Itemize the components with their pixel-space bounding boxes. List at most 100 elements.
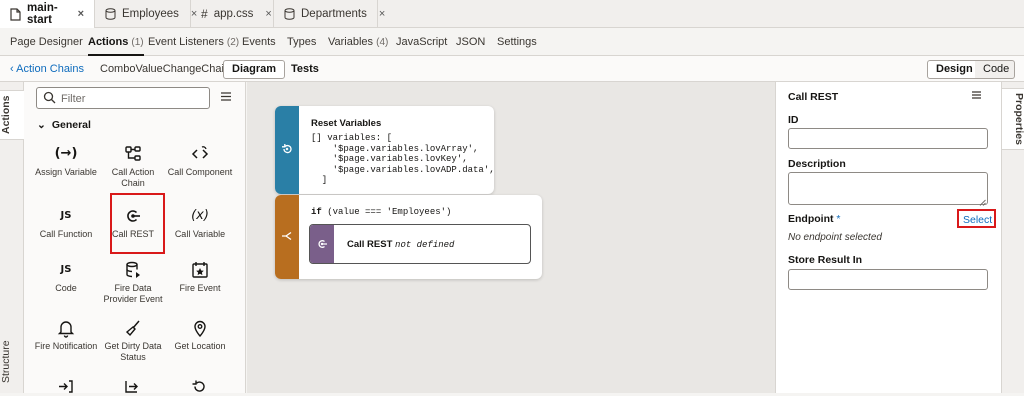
- id-label: ID: [788, 114, 799, 126]
- tab-variables[interactable]: Variables (4): [328, 28, 388, 56]
- sign-in-icon[interactable]: [58, 380, 74, 396]
- call-function-icon: JS: [60, 210, 72, 221]
- palette-item-call-action-chain[interactable]: Call Action Chain: [100, 144, 166, 189]
- tab-event-listeners[interactable]: Event Listeners (2): [148, 28, 239, 56]
- chain-toolbar: ‹ Action Chains ComboValueChangeChain Di…: [0, 56, 1024, 82]
- call-action-chain-icon: [100, 144, 166, 164]
- file-tab-bar: main-start × Employees × # app.css × Dep…: [0, 0, 1024, 28]
- hamburger-menu-icon[interactable]: [220, 91, 232, 105]
- reset-icon: [281, 143, 293, 158]
- call-variable-icon: (x): [191, 208, 209, 223]
- tab-json[interactable]: JSON: [456, 28, 485, 56]
- file-tab-label: app.css: [213, 8, 254, 20]
- file-tab-employees[interactable]: Employees ×: [95, 0, 197, 28]
- palette-item-call-function[interactable]: JS Call Function: [33, 206, 99, 240]
- store-result-label: Store Result In: [788, 254, 863, 266]
- palette-item-fire-data-provider-event[interactable]: Fire Data Provider Event: [100, 260, 166, 305]
- description-textarea[interactable]: [788, 172, 988, 205]
- endpoint-label: Endpoint *: [788, 213, 841, 225]
- call-rest-stripe: [310, 225, 334, 263]
- reset-variables-stripe: [275, 106, 299, 194]
- code-view-button[interactable]: Code: [975, 60, 1015, 79]
- hamburger-menu-icon[interactable]: [971, 90, 982, 103]
- fire-event-icon: [167, 260, 233, 280]
- close-icon[interactable]: ×: [379, 8, 385, 20]
- chain-name: ComboValueChangeChain: [100, 63, 231, 75]
- database-icon: [105, 8, 116, 20]
- side-tab-actions[interactable]: Actions: [0, 90, 24, 140]
- close-icon[interactable]: ×: [265, 8, 271, 20]
- back-to-action-chains-link[interactable]: ‹ Action Chains: [10, 56, 84, 82]
- palette-item-call-variable[interactable]: (x) Call Variable: [167, 206, 233, 240]
- side-tab-structure[interactable]: Structure: [0, 334, 24, 389]
- design-view-button[interactable]: Design: [927, 60, 982, 79]
- close-icon[interactable]: ×: [78, 8, 84, 20]
- left-side-rail: Actions Structure: [0, 82, 24, 393]
- bell-icon: [33, 318, 99, 338]
- call-rest-icon: [316, 238, 328, 253]
- properties-title: Call REST: [788, 91, 839, 103]
- required-indicator: *: [836, 213, 841, 225]
- tab-types[interactable]: Types: [287, 28, 316, 56]
- description-label: Description: [788, 158, 846, 170]
- palette-item-fire-event[interactable]: Fire Event: [167, 260, 233, 294]
- chevron-down-icon: ⌄: [37, 119, 46, 131]
- if-stripe: [275, 195, 299, 279]
- filter-field[interactable]: [36, 87, 210, 109]
- file-tab-departments[interactable]: Departments ×: [274, 0, 385, 28]
- location-pin-icon: [167, 318, 233, 338]
- filter-input[interactable]: [61, 91, 201, 106]
- export-icon[interactable]: [124, 380, 140, 396]
- action-palette: ⌄General (→) Assign Variable Call Action…: [24, 82, 246, 393]
- file-icon: [10, 7, 21, 21]
- if-condition: if (value === 'Employees'): [311, 207, 452, 217]
- tab-settings[interactable]: Settings: [497, 28, 537, 56]
- tab-page-designer[interactable]: Page Designer: [10, 28, 83, 56]
- file-tab-main-start[interactable]: main-start ×: [0, 0, 95, 28]
- file-tab-label: main-start: [27, 2, 58, 26]
- highlight-call-rest-palette: [110, 193, 165, 254]
- diagram-canvas: Reset Variables [] variables: [ '$page.v…: [247, 82, 775, 393]
- side-tab-properties[interactable]: Properties: [1002, 88, 1024, 150]
- diagram-toggle[interactable]: Diagram: [223, 60, 286, 79]
- resize-handle-icon[interactable]: [979, 197, 986, 209]
- hash-icon: #: [201, 7, 208, 21]
- reset-icon[interactable]: [191, 380, 207, 396]
- call-rest-node-label: Call REST not defined: [347, 239, 455, 250]
- file-tab-label: Departments: [301, 8, 367, 20]
- code-icon: JS: [60, 264, 72, 275]
- endpoint-status: No endpoint selected: [788, 232, 882, 243]
- palette-item-assign-variable[interactable]: (→) Assign Variable: [33, 144, 99, 178]
- reset-variables-code: [] variables: [ '$page.variables.lovArra…: [311, 133, 494, 185]
- call-component-icon: [167, 144, 233, 164]
- search-icon: [43, 91, 56, 107]
- tab-javascript[interactable]: JavaScript: [396, 28, 447, 56]
- broom-icon: [100, 318, 166, 338]
- designer-tab-bar: Page Designer Actions (1) Event Listener…: [0, 28, 1024, 56]
- assign-variable-icon: (→): [54, 146, 78, 161]
- chevron-left-icon: ‹: [10, 63, 14, 75]
- database-icon: [284, 8, 295, 20]
- section-general[interactable]: ⌄ General: [37, 119, 91, 131]
- store-result-input[interactable]: [788, 269, 988, 290]
- reset-variables-title: Reset Variables: [311, 118, 382, 129]
- right-side-rail: Properties: [1001, 82, 1024, 393]
- palette-item-call-component[interactable]: Call Component: [167, 144, 233, 178]
- palette-item-code[interactable]: JS Code: [33, 260, 99, 294]
- highlight-select-link: [957, 209, 996, 228]
- tab-events[interactable]: Events: [242, 28, 276, 56]
- call-rest-node[interactable]: Call REST not defined: [309, 224, 531, 264]
- file-tab-app-css[interactable]: # app.css ×: [191, 0, 274, 28]
- tab-actions[interactable]: Actions (1): [88, 28, 144, 56]
- tests-toggle[interactable]: Tests: [282, 60, 328, 79]
- palette-item-get-location[interactable]: Get Location: [167, 318, 233, 352]
- reset-variables-card[interactable]: Reset Variables [] variables: [ '$page.v…: [275, 106, 494, 194]
- branch-icon: [281, 230, 293, 245]
- if-card[interactable]: if (value === 'Employees') Call REST not…: [275, 195, 542, 279]
- file-tab-label: Employees: [122, 8, 179, 20]
- id-input[interactable]: [788, 128, 988, 149]
- properties-panel: Call REST ID Description Endpoint * Sele…: [775, 82, 1001, 393]
- palette-item-fire-notification[interactable]: Fire Notification: [33, 318, 99, 352]
- palette-item-get-dirty-data-status[interactable]: Get Dirty Data Status: [100, 318, 166, 363]
- fire-data-provider-event-icon: [100, 260, 166, 280]
